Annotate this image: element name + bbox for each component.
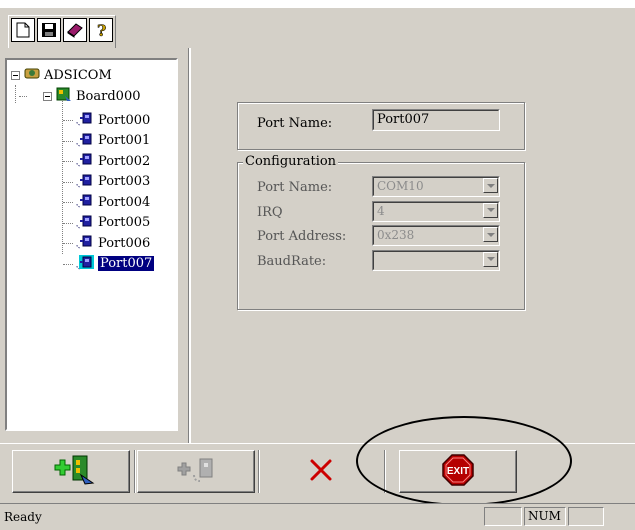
tree-node-port[interactable]: Port007 (63, 254, 155, 274)
tree-node-label: Port004 (98, 194, 151, 210)
help-button[interactable]: ? (89, 18, 113, 42)
tree-node-port[interactable]: Port004 (63, 192, 150, 212)
chevron-down-icon (483, 227, 498, 242)
config-field-select (372, 249, 500, 271)
status-panel-scroll (568, 507, 604, 526)
book-icon (66, 22, 84, 38)
help-question-icon: ? (95, 21, 107, 39)
board-icon (55, 86, 73, 106)
port-plug-icon (75, 233, 95, 253)
tree-node-label: Port001 (98, 133, 151, 148)
port-name-label: Port Name: (257, 116, 333, 131)
status-panel-caps (484, 507, 522, 526)
port-name-field[interactable]: Port007 (372, 109, 500, 131)
exit-button[interactable]: EXIT (399, 450, 517, 493)
tree-node-label: Port006 (98, 235, 151, 251)
tree-node-port[interactable]: Port001 (63, 131, 150, 151)
config-field-select: 0x238 (372, 225, 500, 246)
config-field-label: Port Name: (257, 180, 333, 195)
port-plug-icon (75, 110, 95, 130)
title-strip (0, 0, 635, 8)
tree-node-root[interactable]: ADSICOM (11, 65, 112, 85)
delete-x-icon (308, 457, 334, 486)
chevron-down-icon (483, 251, 498, 267)
collapse-toggle[interactable] (11, 70, 20, 80)
delete-button[interactable] (262, 450, 380, 493)
tree-node-label: Port007 (98, 256, 155, 271)
add-port-icon (170, 453, 222, 490)
add-board-button[interactable] (12, 450, 130, 493)
config-field-label: BaudRate: (257, 253, 327, 269)
collapse-toggle[interactable] (43, 91, 52, 101)
port-plug-icon (75, 131, 95, 151)
save-disk-icon (41, 22, 57, 38)
tree-node-board[interactable]: Board000 (43, 86, 140, 106)
add-board-icon (45, 453, 97, 490)
svg-text:?: ? (97, 21, 106, 39)
tree-node-port[interactable]: Port000 (63, 110, 150, 130)
config-field-select: 4 (372, 200, 500, 222)
tree-panel: ADSICOM Board000 Port000 Port001 Port002 Po… (0, 48, 188, 443)
device-tree[interactable]: ADSICOM Board000 Port000 Port001 Port002 Po… (5, 58, 178, 431)
tree-node-port[interactable]: Port003 (63, 172, 150, 192)
new-document-button[interactable] (11, 18, 35, 42)
status-panel-num: NUM (524, 507, 566, 526)
save-button[interactable] (37, 18, 61, 42)
computer-icon (23, 66, 41, 84)
chevron-down-icon (483, 202, 498, 218)
add-port-button (137, 450, 255, 493)
exit-stop-sign-icon: EXIT (441, 453, 475, 490)
tree-node-port[interactable]: Port005 (63, 213, 150, 233)
port-plug-icon (75, 213, 95, 233)
chevron-down-icon (483, 178, 498, 193)
configuration-title: Configuration (243, 154, 339, 169)
config-field-label: Port Address: (257, 229, 347, 244)
bottom-toolbar: EXIT (0, 443, 635, 504)
details-panel: Port Name: Port007 Configuration Port Na… (191, 48, 635, 443)
tree-node-port[interactable]: Port006 (63, 233, 150, 253)
config-field-label: IRQ (257, 204, 283, 220)
new-document-icon (16, 22, 30, 38)
tree-node-port[interactable]: Port002 (63, 151, 150, 171)
tree-node-label: Board000 (76, 88, 141, 104)
svg-text:EXIT: EXIT (447, 466, 469, 477)
port-plug-icon (75, 151, 95, 171)
tree-node-label: ADSICOM (44, 67, 112, 83)
tree-node-label: Port003 (98, 174, 151, 189)
port-plug-icon (75, 254, 95, 274)
port-plug-icon (75, 192, 95, 212)
port-plug-icon (75, 172, 95, 192)
tree-node-label: Port000 (98, 112, 151, 128)
book-button[interactable] (63, 18, 87, 42)
tree-node-label: Port002 (98, 153, 151, 169)
toolbar: ? (0, 8, 635, 49)
status-bar: Ready NUM (0, 503, 635, 530)
tree-node-label: Port005 (98, 215, 151, 230)
config-field-select: COM10 (372, 176, 500, 197)
status-text: Ready (4, 510, 42, 524)
toolbar-group: ? (8, 15, 116, 49)
